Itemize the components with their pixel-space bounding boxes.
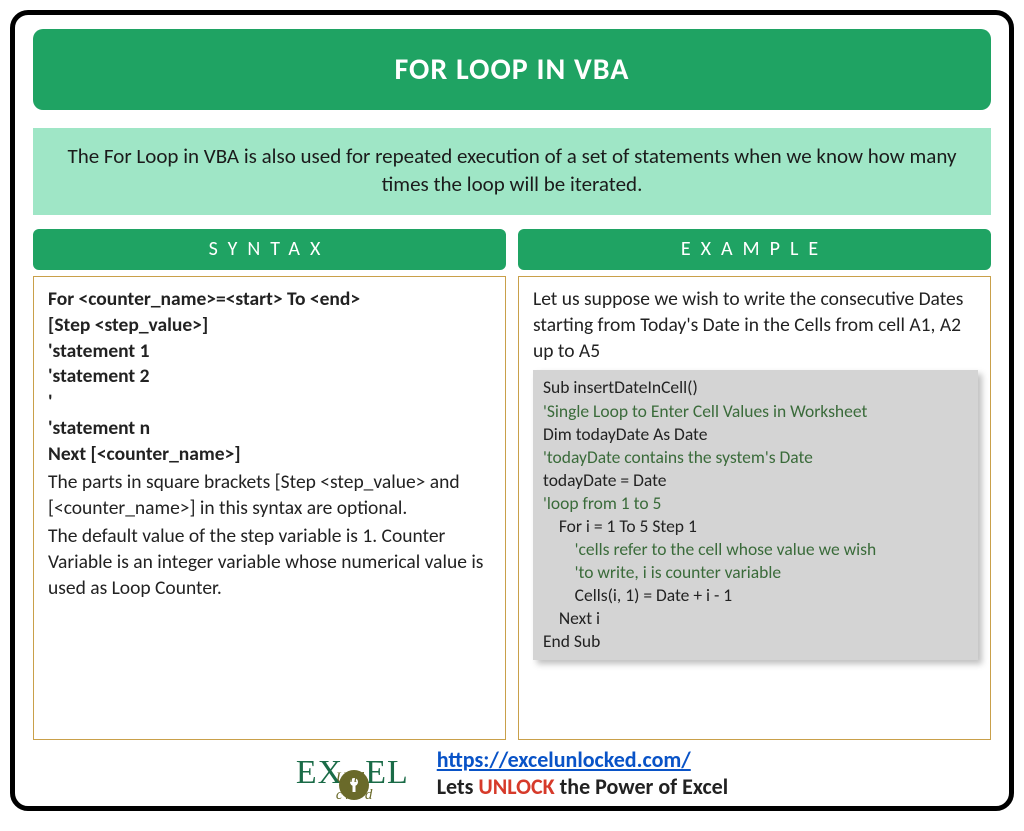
syntax-column: SYNTAX For <counter_name>=<start> To <en… bbox=[33, 229, 506, 740]
tagline-post: the Power of Excel bbox=[555, 773, 728, 800]
code-comment-line: 'loop from 1 to 5 bbox=[543, 492, 970, 515]
website-link[interactable]: https://excelunlocked.com/ bbox=[437, 746, 691, 773]
example-header: EXAMPLE bbox=[518, 229, 991, 270]
syntax-code-line: [Step <step_value>] bbox=[48, 313, 493, 339]
logo-subtext: Unl cked bbox=[336, 770, 409, 804]
excel-unlocked-logo: EX EL Unl cked bbox=[296, 754, 409, 792]
code-line: Next i bbox=[543, 607, 970, 630]
syntax-note-1: The parts in square brackets [Step <step… bbox=[48, 470, 493, 522]
syntax-note-2: The default value of the step variable i… bbox=[48, 524, 493, 602]
syntax-code-line: ' bbox=[48, 390, 493, 416]
code-line: For i = 1 To 5 Step 1 bbox=[543, 515, 970, 538]
code-line: Sub insertDateInCell() bbox=[543, 376, 970, 399]
syntax-code-line: 'statement 2 bbox=[48, 364, 493, 390]
syntax-code-line: Next [<counter_name>] bbox=[48, 442, 493, 468]
example-column: EXAMPLE Let us suppose we wish to write … bbox=[518, 229, 991, 740]
code-line: Cells(i, 1) = Date + i - 1 bbox=[543, 584, 970, 607]
page-title: FOR LOOP IN VBA bbox=[33, 29, 991, 110]
code-comment-line: 'cells refer to the cell whose value we … bbox=[543, 538, 970, 561]
document-frame: FOR LOOP IN VBA The For Loop in VBA is a… bbox=[10, 10, 1014, 811]
footer: EX EL Unl cked https://excelunlocked.com… bbox=[33, 746, 991, 802]
intro-description: The For Loop in VBA is also used for rep… bbox=[33, 128, 991, 215]
syntax-code-line: 'statement 1 bbox=[48, 339, 493, 365]
code-comment-line: 'Single Loop to Enter Cell Values in Wor… bbox=[543, 400, 970, 423]
syntax-header: SYNTAX bbox=[33, 229, 506, 270]
code-line: todayDate = Date bbox=[543, 469, 970, 492]
syntax-body: For <counter_name>=<start> To <end>[Step… bbox=[33, 276, 506, 740]
code-line: End Sub bbox=[543, 630, 970, 653]
tagline-unlock-word: UNLOCK bbox=[478, 773, 554, 800]
syntax-code-line: 'statement n bbox=[48, 416, 493, 442]
code-comment-line: 'to write, i is counter variable bbox=[543, 561, 970, 584]
example-intro-text: Let us suppose we wish to write the cons… bbox=[533, 287, 978, 365]
example-body: Let us suppose we wish to write the cons… bbox=[518, 276, 991, 740]
tagline-pre: Lets bbox=[437, 773, 479, 800]
code-comment-line: 'todayDate contains the system's Date bbox=[543, 446, 970, 469]
footer-text-block: https://excelunlocked.com/ Lets UNLOCK t… bbox=[437, 746, 728, 800]
two-column-layout: SYNTAX For <counter_name>=<start> To <en… bbox=[33, 229, 991, 740]
example-code-block: Sub insertDateInCell()'Single Loop to En… bbox=[533, 370, 978, 659]
syntax-code-line: For <counter_name>=<start> To <end> bbox=[48, 287, 493, 313]
syntax-code-block: For <counter_name>=<start> To <end>[Step… bbox=[48, 287, 493, 468]
footer-tagline: Lets UNLOCK the Power of Excel bbox=[437, 773, 728, 800]
code-line: Dim todayDate As Date bbox=[543, 423, 970, 446]
